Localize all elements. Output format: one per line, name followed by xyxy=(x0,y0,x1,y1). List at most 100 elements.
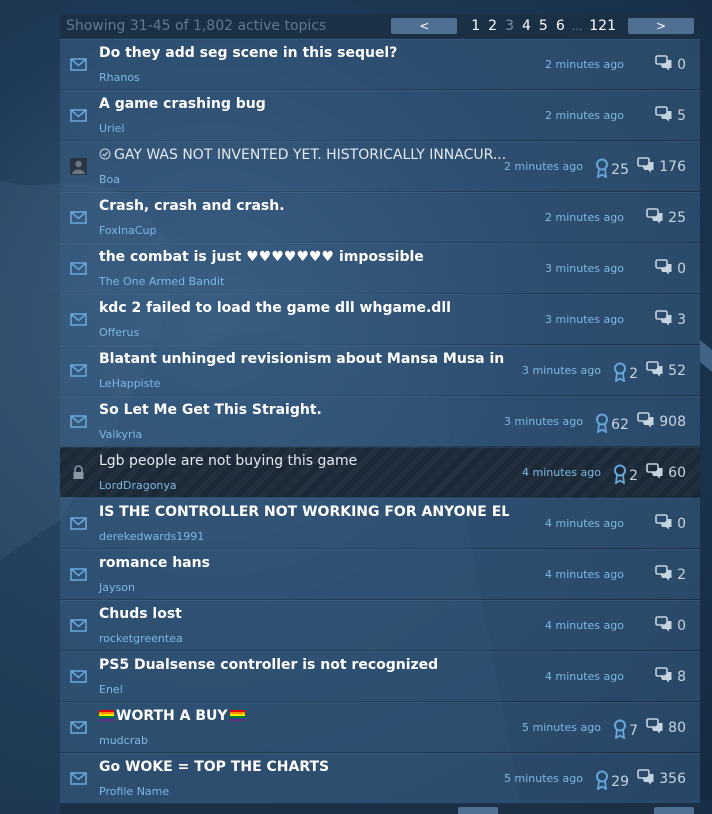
award-count[interactable]: 7 xyxy=(613,719,638,743)
topic-title[interactable]: romance hans xyxy=(99,555,210,571)
topic-title-text: kdc 2 failed to load the game dll whgame… xyxy=(99,300,451,316)
topic-row[interactable]: IS THE CONTROLLER NOT WORKING FOR ANYONE… xyxy=(60,498,700,548)
topic-author-link[interactable]: Uriel xyxy=(99,122,124,135)
topic-author-link[interactable]: Enel xyxy=(99,683,123,696)
topic-author-link[interactable]: FoxInaCup xyxy=(99,224,156,237)
topic-row[interactable]: the combat is just ♥♥♥♥♥♥♥ impossible The… xyxy=(60,243,700,293)
topic-title[interactable]: So Let Me Get This Straight. xyxy=(99,402,322,418)
last-post-time: 3 minutes ago xyxy=(504,415,583,428)
topic-author-link[interactable]: Jayson xyxy=(99,581,135,594)
topic-author-link[interactable]: rocketgreentea xyxy=(99,632,183,645)
topic-row[interactable]: Go WOKE = TOP THE CHARTS Profile Name 356 2… xyxy=(60,753,700,803)
topic-row[interactable]: A game crashing bug Uriel 5 2 minutes ago xyxy=(60,90,700,140)
topic-title-text: GAY WAS NOT INVENTED YET. HISTORICALLY I… xyxy=(114,147,507,163)
topic-title-text: Crash, crash and crash. xyxy=(99,198,285,214)
reply-count-value: 0 xyxy=(677,516,686,532)
topic-count-summary: Showing 31-45 of 1,802 active topics xyxy=(66,18,327,34)
envelope-icon xyxy=(70,311,87,328)
topic-title[interactable]: Chuds lost xyxy=(99,606,182,622)
topic-author-link[interactable]: The One Armed Bandit xyxy=(99,275,224,288)
reply-count: 176 xyxy=(633,156,686,178)
topic-title[interactable]: Crash, crash and crash. xyxy=(99,198,285,214)
award-count[interactable]: 29 xyxy=(595,770,629,794)
topic-author-link[interactable]: LeHappiste xyxy=(99,377,161,390)
topic-title[interactable]: GAY WAS NOT INVENTED YET. HISTORICALLY I… xyxy=(99,147,506,163)
topic-row[interactable]: Lgb people are not buying this game LordD… xyxy=(60,447,700,497)
last-post-time: 4 minutes ago xyxy=(545,670,624,683)
reply-count-value: 0 xyxy=(677,618,686,634)
award-count-value: 7 xyxy=(629,723,638,739)
topic-author-link[interactable]: derekedwards1991 xyxy=(99,530,204,543)
topic-row[interactable]: romance hans Jayson 2 4 minutes ago xyxy=(60,549,700,599)
topic-author-link[interactable]: Valkyria xyxy=(99,428,142,441)
page-link-1[interactable]: 1 xyxy=(471,18,480,34)
page-number-list: 1 2 3 4 5 6... 121 xyxy=(467,18,620,34)
comment-bubbles-icon xyxy=(646,360,664,382)
topic-title-text: A game crashing bug xyxy=(99,96,266,112)
topic-author-link[interactable]: LordDragonya xyxy=(99,479,177,492)
reply-count-value: 0 xyxy=(677,57,686,73)
last-post-time: 2 minutes ago xyxy=(545,58,624,71)
topic-title[interactable]: the combat is just ♥♥♥♥♥♥♥ impossible xyxy=(99,249,424,265)
envelope-icon xyxy=(70,668,87,685)
topic-list-container: Showing 31-45 of 1,802 active topics < 1… xyxy=(60,14,700,814)
topic-author-link[interactable]: Offerus xyxy=(99,326,139,339)
topic-row[interactable]: WORTH A BUY mudcrab 80 7 5 minutes ago xyxy=(60,702,700,752)
reply-count-value: 80 xyxy=(668,720,686,736)
topic-title[interactable]: kdc 2 failed to load the game dll whgame… xyxy=(99,300,451,316)
topic-row[interactable]: PS5 Dualsense controller is not recogniz… xyxy=(60,651,700,701)
topic-title[interactable]: A game crashing bug xyxy=(99,96,266,112)
topic-title[interactable]: PS5 Dualsense controller is not recogniz… xyxy=(99,657,438,673)
prev-page-button[interactable]: < xyxy=(391,18,458,34)
topic-author-link[interactable]: Rhanos xyxy=(99,71,140,84)
reply-count-value: 2 xyxy=(677,567,686,583)
page-link-5[interactable]: 5 xyxy=(539,18,548,34)
topic-title-text: romance hans xyxy=(99,555,210,571)
envelope-icon xyxy=(70,617,87,634)
comment-bubbles-icon xyxy=(655,309,673,331)
topic-title[interactable]: Lgb people are not buying this game xyxy=(99,453,357,469)
topic-row[interactable]: kdc 2 failed to load the game dll whgame… xyxy=(60,294,700,344)
envelope-icon xyxy=(70,260,87,277)
reply-count-value: 0 xyxy=(677,261,686,277)
topic-title-text: PS5 Dualsense controller is not recogniz… xyxy=(99,657,439,673)
next-page-button[interactable]: > xyxy=(628,18,694,34)
page-link-2[interactable]: 2 xyxy=(488,18,497,34)
topic-author-link[interactable]: Profile Name xyxy=(99,785,169,798)
topic-title[interactable]: Go WOKE = TOP THE CHARTS xyxy=(99,759,329,775)
topic-title[interactable]: Do they add seg scene in this sequel? xyxy=(99,45,397,61)
last-post-time: 3 minutes ago xyxy=(522,364,601,377)
page-link-last[interactable]: 121 xyxy=(589,18,616,34)
topic-row[interactable]: Crash, crash and crash. FoxInaCup 25 2 minu… xyxy=(60,192,700,242)
topic-author-link[interactable]: mudcrab xyxy=(99,734,148,747)
topic-row[interactable]: Chuds lost rocketgreentea 0 4 minutes ago xyxy=(60,600,700,650)
topic-row[interactable]: Do they add seg scene in this sequel? Rha… xyxy=(60,39,700,89)
comment-bubbles-icon xyxy=(655,105,673,127)
award-count[interactable]: 2 xyxy=(613,362,638,386)
avatar-icon xyxy=(70,158,87,175)
topic-title[interactable]: Blatant unhinged revisionism about Mansa… xyxy=(99,351,509,367)
reply-count: 2 xyxy=(651,564,686,586)
topic-title-text: Blatant unhinged revisionism about Mansa… xyxy=(99,351,509,367)
page-link-4[interactable]: 4 xyxy=(522,18,531,34)
topic-title[interactable]: WORTH A BUY xyxy=(99,708,247,724)
last-post-time: 2 minutes ago xyxy=(545,109,624,122)
topic-row[interactable]: So Let Me Get This Straight. Valkyria 908 6… xyxy=(60,396,700,446)
award-count[interactable]: 2 xyxy=(613,464,638,488)
award-count[interactable]: 62 xyxy=(595,413,629,437)
bottom-next-page-button[interactable] xyxy=(654,807,694,814)
award-count-value: 2 xyxy=(629,468,638,484)
last-post-time: 3 minutes ago xyxy=(545,262,624,275)
award-count[interactable]: 25 xyxy=(595,158,629,182)
reply-count: 0 xyxy=(651,513,686,535)
topic-row[interactable]: Blatant unhinged revisionism about Mansa… xyxy=(60,345,700,395)
bottom-prev-page-button[interactable] xyxy=(458,807,498,814)
topic-title[interactable]: IS THE CONTROLLER NOT WORKING FOR ANYONE… xyxy=(99,504,509,520)
reply-count-value: 908 xyxy=(659,414,686,430)
topic-author-link[interactable]: Boa xyxy=(99,173,120,186)
topic-row[interactable]: GAY WAS NOT INVENTED YET. HISTORICALLY I… xyxy=(60,141,700,191)
reply-count-value: 60 xyxy=(668,465,686,481)
page-link-6[interactable]: 6 xyxy=(556,18,565,34)
envelope-icon xyxy=(70,56,87,73)
envelope-icon xyxy=(70,770,87,787)
